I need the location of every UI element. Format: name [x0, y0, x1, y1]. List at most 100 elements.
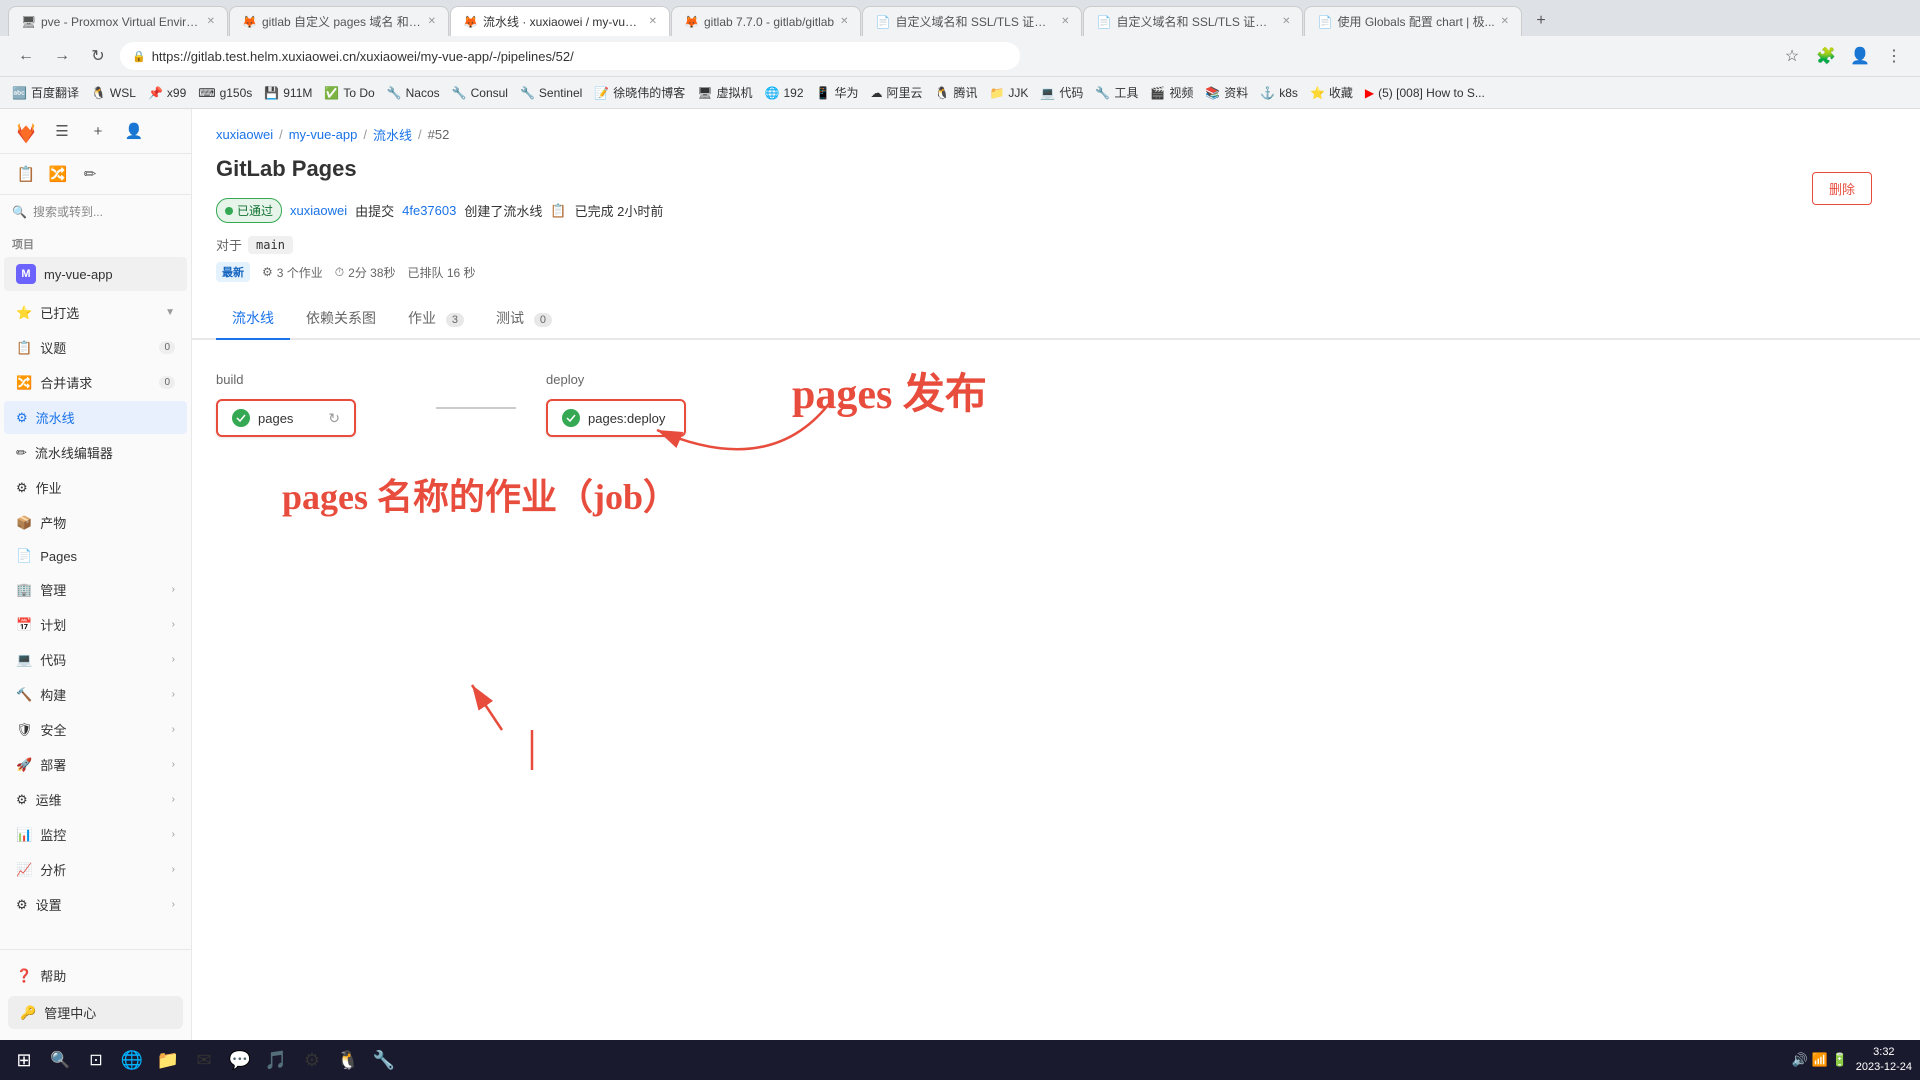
breadcrumb-xuxiaowei[interactable]: xuxiaowei	[216, 127, 273, 142]
sidebar-item-help[interactable]: ❓ 帮助	[4, 959, 187, 992]
bookmark-youtube[interactable]: ▶(5) [008] How to S...	[1365, 86, 1485, 100]
extensions-button[interactable]: 🧩	[1812, 42, 1840, 70]
sidebar-item-ops[interactable]: ⚙ 运维 ›	[4, 783, 187, 816]
tab-5[interactable]: 📄 自定义域名和 SSL/TLS 证书 | ... ✕	[862, 6, 1082, 36]
user-icon-button[interactable]: 👤	[120, 117, 148, 145]
sidebar-item-jobs[interactable]: ⚙ 作业	[4, 471, 187, 504]
menu-button[interactable]: ⋮	[1880, 42, 1908, 70]
bookmark-todo[interactable]: ✅To Do	[324, 86, 374, 100]
bookmark-g150s[interactable]: ⌨g150s	[198, 86, 252, 100]
sidebar-item-merge-requests[interactable]: 🔀 合并请求 0	[4, 366, 187, 399]
merge-requests-icon-button[interactable]: 🔀	[44, 160, 72, 188]
taskbar-app1-button[interactable]: 🎵	[260, 1044, 292, 1076]
tab-2[interactable]: 🦊 gitlab 自定义 pages 域名 和 S... ✕	[229, 6, 449, 36]
tab-5-close[interactable]: ✕	[1061, 16, 1069, 27]
taskbar-app3-button[interactable]: 🐧	[332, 1044, 364, 1076]
bookmark-x99[interactable]: 📌x99	[148, 86, 186, 100]
bookmark-sentinel[interactable]: 🔧Sentinel	[520, 86, 582, 100]
new-item-button[interactable]: +	[84, 117, 112, 145]
copy-icon[interactable]: 📋	[550, 203, 566, 219]
tab-pipeline[interactable]: 流水线	[216, 298, 290, 340]
sidebar-item-starred[interactable]: ⭐ 已打选 ▼	[4, 296, 187, 329]
reload-button[interactable]: ↻	[84, 42, 112, 70]
taskbar-taskview-button[interactable]: ⊡	[80, 1044, 112, 1076]
bookmark-jjk[interactable]: 📁JJK	[989, 86, 1028, 100]
tab-jobs[interactable]: 作业 3	[392, 298, 480, 340]
sidebar-item-deploy[interactable]: 🚀 部署 ›	[4, 748, 187, 781]
bookmark-911m[interactable]: 💾911M	[264, 86, 312, 100]
sidebar-item-artifacts[interactable]: 📦 产物	[4, 506, 187, 539]
address-input[interactable]: 🔒 https://gitlab.test.helm.xuxiaowei.cn/…	[120, 42, 1020, 70]
job-card-pages[interactable]: pages ↻	[216, 399, 356, 437]
bookmark-huawei[interactable]: 📱华为	[816, 84, 859, 101]
sidebar-item-code[interactable]: 💻 代码 ›	[4, 643, 187, 676]
sidebar-item-build[interactable]: 🔨 构建 ›	[4, 678, 187, 711]
breadcrumb-my-vue-app[interactable]: my-vue-app	[289, 127, 358, 142]
bookmark-consul[interactable]: 🔧Consul	[452, 86, 508, 100]
sidebar-item-pipelines[interactable]: ⚙ 流水线	[4, 401, 187, 434]
bookmark-video[interactable]: 🎬视频	[1150, 84, 1193, 101]
tab-3-close[interactable]: ✕	[649, 16, 657, 27]
tab-6-close[interactable]: ✕	[1282, 16, 1290, 27]
bookmark-wsl[interactable]: 🐧WSL	[91, 86, 136, 100]
taskbar-start-button[interactable]: ⊞	[8, 1044, 40, 1076]
taskbar-app2-button[interactable]: ⚙	[296, 1044, 328, 1076]
job-retry-icon[interactable]: ↻	[328, 410, 340, 427]
sidebar-item-pipeline-editor[interactable]: ✏ 流水线编辑器	[4, 436, 187, 469]
tab-7-close[interactable]: ✕	[1501, 16, 1509, 27]
bookmark-favorites[interactable]: ⭐收藏	[1310, 84, 1353, 101]
sidebar-item-admin[interactable]: 🔑 管理中心	[8, 996, 183, 1029]
tab-1-close[interactable]: ✕	[207, 16, 215, 27]
pipeline-author[interactable]: xuxiaowei	[290, 203, 347, 218]
sidebar-item-manage[interactable]: 🏢 管理 ›	[4, 573, 187, 606]
bookmark-nacos[interactable]: 🔧Nacos	[387, 86, 440, 100]
tab-tests[interactable]: 测试 0	[480, 298, 568, 340]
tab-7[interactable]: 📄 使用 Globals 配置 chart | 极... ✕	[1304, 6, 1522, 36]
new-tab-button[interactable]: +	[1527, 7, 1555, 35]
bookmark-docs[interactable]: 📚资料	[1205, 84, 1248, 101]
bookmark-aliyun[interactable]: ☁阿里云	[870, 84, 922, 101]
forward-button[interactable]: →	[48, 42, 76, 70]
bookmark-tools[interactable]: 🔧工具	[1095, 84, 1138, 101]
tab-4-close[interactable]: ✕	[840, 16, 848, 27]
sidebar-item-analytics[interactable]: 📈 分析 ›	[4, 853, 187, 886]
taskbar-app4-button[interactable]: 🔧	[368, 1044, 400, 1076]
tab-1[interactable]: 🖥 pve - Proxmox Virtual Enviro... ✕	[8, 6, 228, 36]
stage-deploy: deploy pages:deploy	[546, 372, 686, 437]
taskbar-explorer-button[interactable]: 📁	[152, 1044, 184, 1076]
taskbar-search-button[interactable]: 🔍	[44, 1044, 76, 1076]
bookmark-k8s[interactable]: ⚓k8s	[1260, 86, 1298, 100]
bookmark-tencent[interactable]: 🐧腾讯	[934, 84, 977, 101]
bookmark-vm[interactable]: 🖥虚拟机	[697, 84, 752, 101]
bookmark-blog[interactable]: 📝徐晓伟的博客	[594, 84, 685, 101]
delete-button[interactable]: 删除	[1812, 172, 1872, 205]
tab-2-close[interactable]: ✕	[428, 16, 436, 27]
activity-icon-button[interactable]: ✏	[76, 160, 104, 188]
bookmark-code[interactable]: 💻代码	[1040, 84, 1083, 101]
sidebar-item-security[interactable]: 🛡 安全 ›	[4, 713, 187, 746]
sidebar-item-monitor[interactable]: 📊 监控 ›	[4, 818, 187, 851]
sidebar-item-issues[interactable]: 📋 议题 0	[4, 331, 187, 364]
profile-button[interactable]: 👤	[1846, 42, 1874, 70]
sidebar-item-project[interactable]: M my-vue-app	[4, 257, 187, 291]
job-card-pages-deploy[interactable]: pages:deploy	[546, 399, 686, 437]
sidebar-item-plan[interactable]: 📅 计划 ›	[4, 608, 187, 641]
taskbar-mail-button[interactable]: ✉	[188, 1044, 220, 1076]
tab-3[interactable]: 🦊 流水线 · xuxiaowei / my-vue-... ✕	[450, 6, 670, 36]
taskbar-edge-button[interactable]: 🌐	[116, 1044, 148, 1076]
tab-6[interactable]: 📄 自定义域名和 SSL/TLS 证书 | ... ✕	[1083, 6, 1303, 36]
issues-icon-button[interactable]: 📋	[12, 160, 40, 188]
search-box[interactable]: 🔍 搜索或转到...	[0, 195, 191, 228]
bookmark-192[interactable]: 🌐192	[765, 86, 804, 100]
taskbar-teams-button[interactable]: 💬	[224, 1044, 256, 1076]
sidebar-item-pages[interactable]: 📄 Pages	[4, 541, 187, 571]
bookmark-baidu-fanyi[interactable]: 🔤百度翻译	[12, 84, 79, 101]
breadcrumb-pipelines[interactable]: 流水线	[373, 125, 412, 144]
pipeline-commit[interactable]: 4fe37603	[402, 203, 456, 218]
back-button[interactable]: ←	[12, 42, 40, 70]
sidebar-toggle-button[interactable]: ☰	[48, 117, 76, 145]
tab-dependency[interactable]: 依赖关系图	[290, 298, 392, 340]
tab-4[interactable]: 🦊 gitlab 7.7.0 - gitlab/gitlab ✕	[671, 6, 861, 36]
sidebar-item-settings[interactable]: ⚙ 设置 ›	[4, 888, 187, 921]
bookmark-star-button[interactable]: ☆	[1778, 42, 1806, 70]
